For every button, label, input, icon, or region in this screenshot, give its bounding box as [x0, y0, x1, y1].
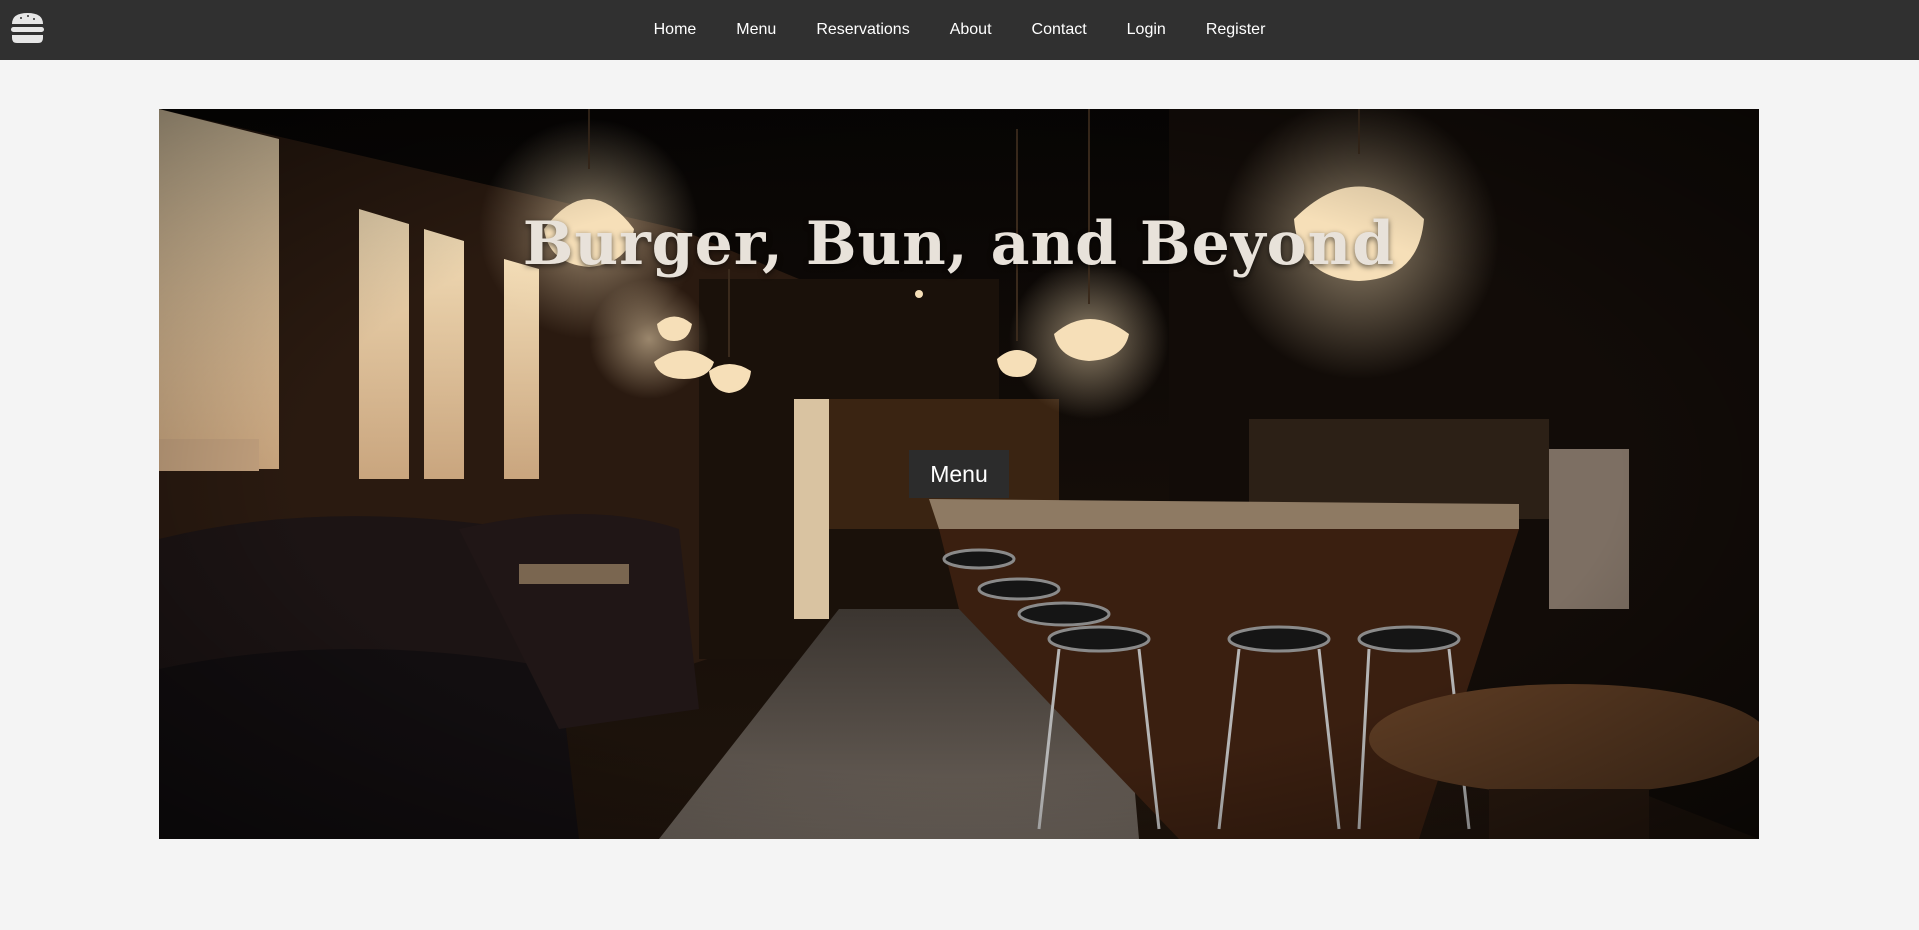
main-nav: Home Menu Reservations About Contact Log…: [0, 0, 1919, 60]
top-navbar: Home Menu Reservations About Contact Log…: [0, 0, 1919, 60]
hero-banner: Burger, Bun, and Beyond Menu: [159, 109, 1759, 839]
nav-menu[interactable]: Menu: [716, 0, 796, 60]
nav-reservations[interactable]: Reservations: [796, 0, 929, 60]
nav-home[interactable]: Home: [634, 0, 717, 60]
hero-title: Burger, Bun, and Beyond: [522, 209, 1396, 279]
hero-menu-button[interactable]: Menu: [909, 450, 1009, 498]
nav-login[interactable]: Login: [1107, 0, 1186, 60]
nav-contact[interactable]: Contact: [1012, 0, 1107, 60]
nav-register[interactable]: Register: [1186, 0, 1286, 60]
nav-about[interactable]: About: [930, 0, 1012, 60]
